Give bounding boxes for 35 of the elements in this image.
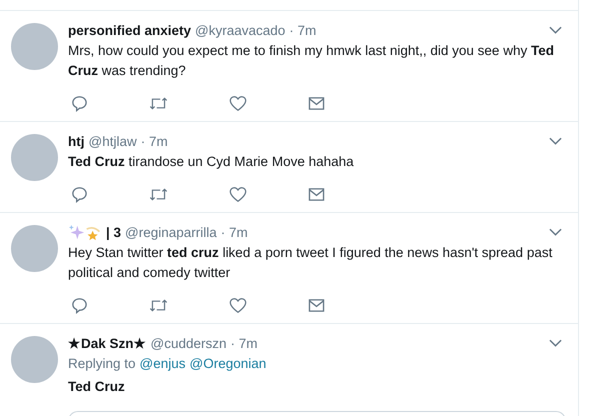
user-handle[interactable]: @cudderszn (150, 336, 227, 350)
retweet-icon[interactable] (149, 186, 168, 203)
envelope-icon[interactable] (308, 187, 325, 202)
user-handle[interactable]: @htjlaw (88, 134, 137, 148)
mention-link[interactable]: @enjus (140, 356, 186, 371)
tweet-text: Ted Cruz (68, 378, 126, 396)
reply-icon[interactable] (71, 186, 88, 203)
heart-icon[interactable] (229, 297, 247, 314)
retweet-icon[interactable] (149, 297, 168, 314)
retweet-icon[interactable] (149, 95, 168, 112)
chevron-down-icon[interactable] (549, 339, 562, 347)
tweet-text: Ted Cruz tirandose un Cyd Marie Move hahaha (68, 153, 355, 171)
display-name[interactable]: | 3 (106, 224, 122, 240)
user-handle[interactable]: @reginaparrilla (125, 224, 217, 240)
reply-icon[interactable] (71, 297, 88, 314)
chevron-down-icon[interactable] (549, 137, 562, 145)
timestamp[interactable]: · 7m (140, 134, 168, 148)
reply-icon[interactable] (71, 95, 88, 112)
display-name[interactable]: personified anxiety (68, 22, 192, 38)
mention-link[interactable]: @Oregonian (190, 356, 266, 371)
tweet-text: Mrs, how could you expect me to finish my hmwk last night,, did you see why Ted Cruz was trending? (68, 42, 555, 80)
replying-label: Replying to (68, 356, 136, 371)
user-handle[interactable]: @kyraavacado (195, 22, 286, 38)
envelope-icon[interactable] (308, 96, 325, 111)
chevron-down-icon[interactable] (549, 26, 562, 34)
heart-icon[interactable] (229, 95, 247, 112)
timestamp[interactable]: · 7m (289, 22, 316, 38)
display-name[interactable]: ★Dak Szn★ (68, 335, 147, 351)
envelope-icon[interactable] (308, 298, 325, 313)
display-name[interactable]: htj (68, 134, 84, 148)
heart-icon[interactable] (229, 186, 247, 203)
tweet-text: Hey Stan twitter ted cruz liked a porn tweet I figured the news hasn't spread past political and comedy twitter (68, 244, 554, 282)
timestamp[interactable]: · 7m (220, 224, 248, 240)
chevron-down-icon[interactable] (549, 228, 562, 236)
timestamp[interactable]: · 7m (230, 336, 258, 350)
